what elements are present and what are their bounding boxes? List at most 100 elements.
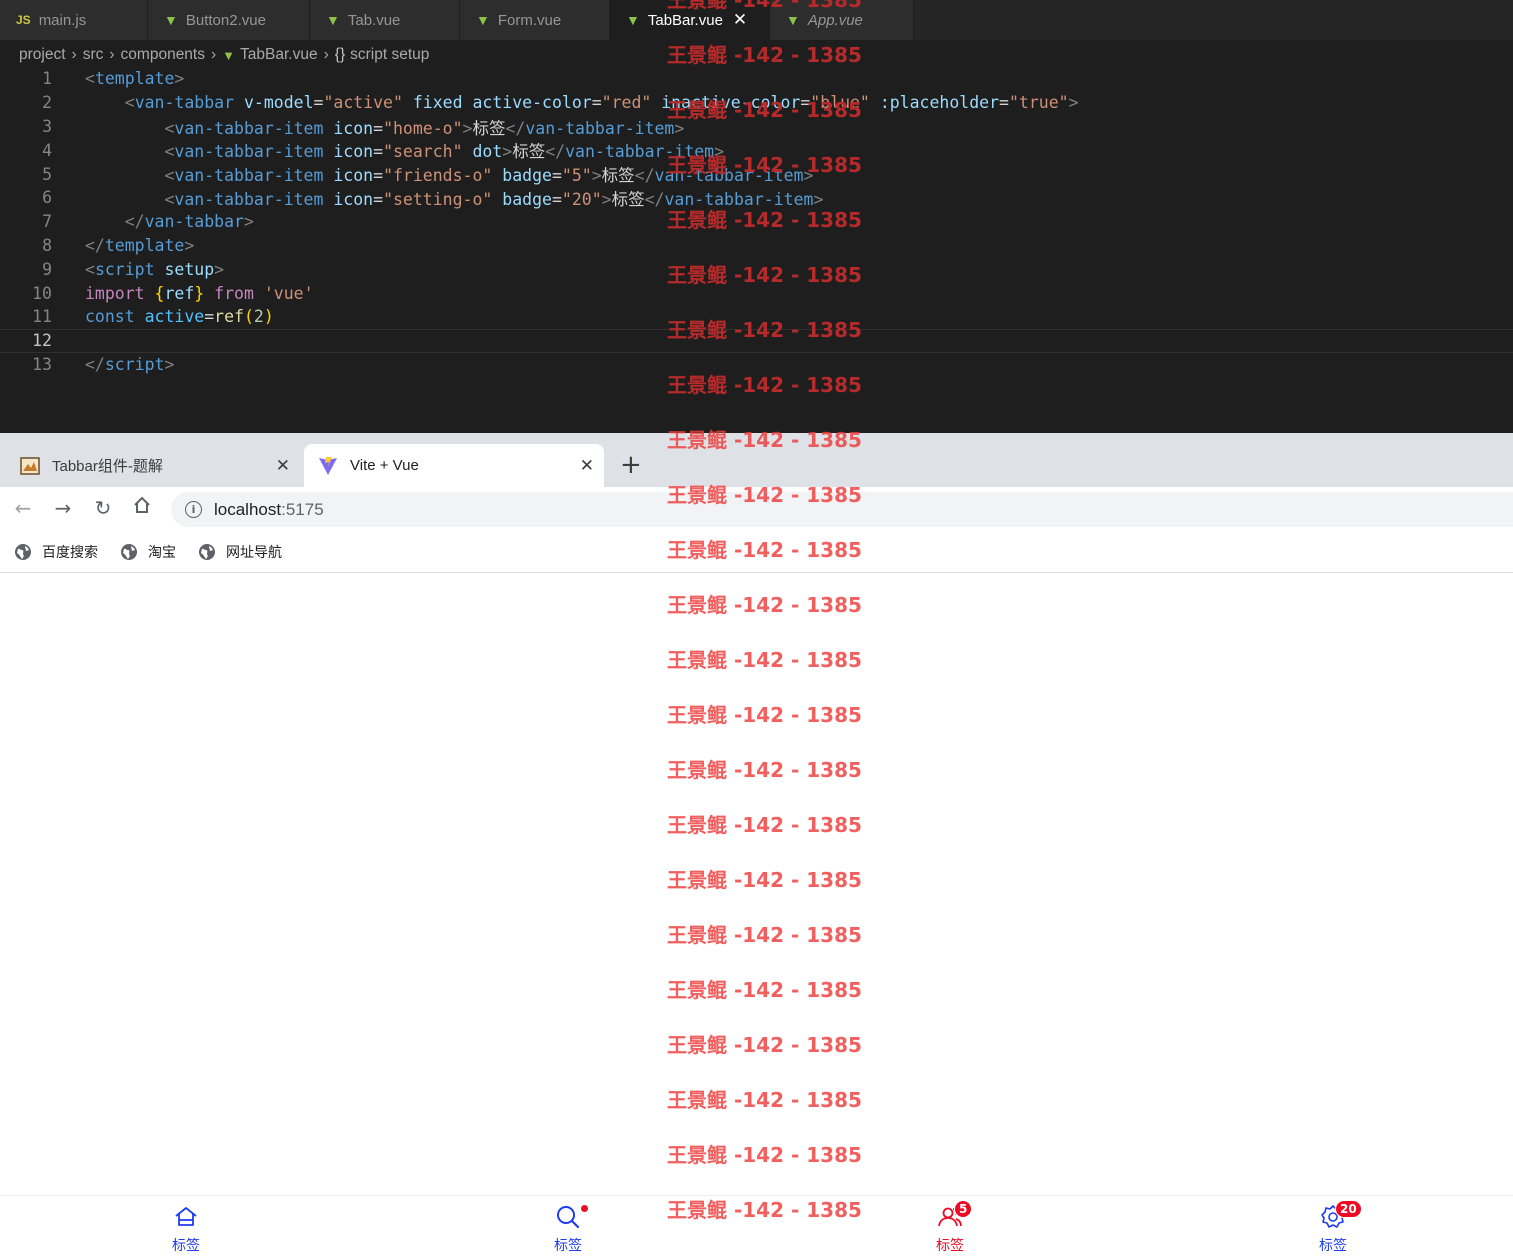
code-text: const active=ref(2) (85, 307, 274, 327)
tabbar-item-friends[interactable]: 5 标签 (910, 1196, 990, 1258)
code-text: <van-tabbar-item icon="friends-o" badge=… (164, 166, 814, 186)
editor-tab-button2-vue[interactable]: ▼ Button2.vue (148, 0, 310, 40)
browser-toolbar: ← → ↻ i localhost:5175 (0, 487, 1513, 531)
code-editor[interactable]: JS main.js ▼ Button2.vue ▼ Tab.vue ▼ For… (0, 0, 1513, 433)
code-text: <template> (85, 69, 185, 89)
page-content (0, 573, 1513, 1195)
code-line[interactable]: 1 <template> (0, 67, 1513, 91)
info-icon[interactable]: i (185, 501, 202, 518)
close-icon[interactable]: ✕ (580, 456, 594, 476)
code-line[interactable]: 11 const active=ref(2) (0, 305, 1513, 329)
editor-tab-tabbar-vue[interactable]: ▼ TabBar.vue ✕ (610, 0, 770, 40)
code-text: <van-tabbar-item icon="search" dot>标签</v… (164, 142, 725, 162)
line-number: 8 (42, 235, 52, 255)
bookmarks-bar: 百度搜索 淘宝 网址导航 (0, 531, 1513, 573)
line-number: 7 (42, 212, 52, 232)
chevron-right-icon: › (71, 46, 77, 63)
tabbar-item-label: 标签 (936, 1238, 964, 1254)
tabbar-item-label: 标签 (554, 1238, 582, 1254)
search-icon (555, 1204, 589, 1230)
line-number: 6 (42, 188, 52, 208)
breadcrumb-src[interactable]: src (83, 46, 104, 64)
chevron-right-icon: › (323, 46, 329, 63)
bookmark-nav[interactable]: 网址导航 (198, 542, 282, 562)
bookmark-baidu[interactable]: 百度搜索 (14, 542, 98, 562)
home-o-icon (173, 1204, 199, 1230)
badge: 20 (1335, 1200, 1362, 1218)
new-tab-button[interactable]: + (620, 452, 642, 478)
code-line[interactable]: 8 </template> (0, 234, 1513, 258)
browser-tab-title: Vite + Vue (350, 457, 419, 474)
globe-icon (121, 543, 137, 560)
van-tabbar: 标签 标签 5 标签 20 标签 (0, 1195, 1513, 1259)
forward-arrow-icon[interactable]: → (50, 496, 76, 520)
code-line[interactable]: 9 <script setup> (0, 257, 1513, 281)
editor-tab-form-vue[interactable]: ▼ Form.vue (460, 0, 610, 40)
close-icon[interactable]: ✕ (276, 456, 290, 476)
breadcrumb: project › src › components › ▼ TabBar.vu… (0, 40, 1513, 70)
line-number: 10 (32, 283, 52, 303)
url-port: :5175 (281, 499, 324, 519)
home-icon[interactable] (129, 495, 155, 520)
reload-icon[interactable]: ↻ (90, 496, 116, 520)
browser-tab-tabbar-solution[interactable]: Tabbar组件-题解 ✕ (8, 444, 300, 487)
line-number: 9 (42, 259, 52, 279)
bookmark-taobao[interactable]: 淘宝 (120, 542, 176, 562)
line-number: 13 (32, 354, 52, 374)
editor-tab-tab-vue[interactable]: ▼ Tab.vue (310, 0, 460, 40)
editor-tab-strip: JS main.js ▼ Button2.vue ▼ Tab.vue ▼ For… (0, 0, 1513, 40)
code-line[interactable]: 7 </van-tabbar> (0, 210, 1513, 234)
line-number: 4 (42, 140, 52, 160)
code-line[interactable]: 5 <van-tabbar-item icon="friends-o" badg… (0, 162, 1513, 186)
breadcrumb-symbol[interactable]: script setup (350, 46, 429, 64)
code-text: </script> (85, 354, 175, 374)
tabbar-item-settings[interactable]: 20 标签 (1293, 1196, 1373, 1258)
back-arrow-icon[interactable]: ← (10, 496, 36, 520)
url-host: localhost (214, 499, 282, 519)
line-number: 11 (32, 307, 52, 327)
line-number: 12 (32, 331, 52, 351)
vue-icon: ▼ (476, 12, 490, 28)
code-line-current[interactable]: 12 (0, 328, 1513, 353)
browser-tab-vite-vue[interactable]: Vite + Vue ✕ (304, 444, 604, 487)
setting-o-icon: 20 (1320, 1200, 1362, 1230)
close-icon[interactable]: ✕ (733, 10, 747, 30)
code-line[interactable]: 6 <van-tabbar-item icon="setting-o" badg… (0, 186, 1513, 210)
tabbar-item-search[interactable]: 标签 (528, 1196, 608, 1258)
notification-dot (580, 1204, 589, 1213)
code-text: </van-tabbar> (124, 212, 254, 232)
vue-icon: ▼ (222, 47, 236, 63)
vue-icon: ▼ (786, 12, 800, 28)
code-area[interactable]: 1 <template> 2 <van-tabbar v-model="acti… (0, 67, 1513, 376)
code-line[interactable]: 10 import {ref} from 'vue' (0, 281, 1513, 305)
vue-icon: ▼ (164, 12, 178, 28)
editor-tab-app-vue[interactable]: ▼ App.vue (770, 0, 914, 40)
globe-icon (15, 543, 31, 560)
code-line[interactable]: 13 </script> (0, 353, 1513, 377)
browser-tab-title: Tabbar组件-题解 (52, 458, 163, 475)
breadcrumb-components[interactable]: components (121, 46, 205, 64)
tabbar-item-home[interactable]: 标签 (146, 1196, 226, 1258)
chevron-right-icon: › (109, 46, 115, 63)
code-text: </template> (85, 235, 195, 255)
vue-icon: ▼ (626, 12, 640, 28)
code-text: <van-tabbar-item icon="setting-o" badge=… (164, 189, 824, 209)
code-text: import {ref} from 'vue' (85, 283, 314, 303)
editor-tab-main-js[interactable]: JS main.js (0, 0, 148, 40)
js-icon: JS (16, 13, 31, 27)
image-favicon-icon (20, 456, 40, 476)
breadcrumb-file[interactable]: TabBar.vue (240, 46, 318, 64)
code-line[interactable]: 4 <van-tabbar-item icon="search" dot>标签<… (0, 138, 1513, 162)
line-number: 1 (42, 69, 52, 89)
code-line[interactable]: 3 <van-tabbar-item icon="home-o">标签</van… (0, 115, 1513, 139)
breadcrumb-project[interactable]: project (19, 46, 66, 64)
line-number: 3 (42, 116, 52, 136)
vite-logo-icon (318, 456, 338, 476)
code-text: <van-tabbar v-model="active" fixed activ… (124, 93, 1079, 113)
friends-o-icon: 5 (937, 1200, 973, 1230)
code-line[interactable]: 2 <van-tabbar v-model="active" fixed act… (0, 91, 1513, 115)
browser-tab-strip: Tabbar组件-题解 ✕ Vite + Vue ✕ + (0, 433, 1513, 487)
chevron-right-icon: › (211, 46, 217, 63)
address-bar[interactable]: i localhost:5175 (171, 492, 1513, 527)
tabbar-item-label: 标签 (172, 1238, 200, 1254)
